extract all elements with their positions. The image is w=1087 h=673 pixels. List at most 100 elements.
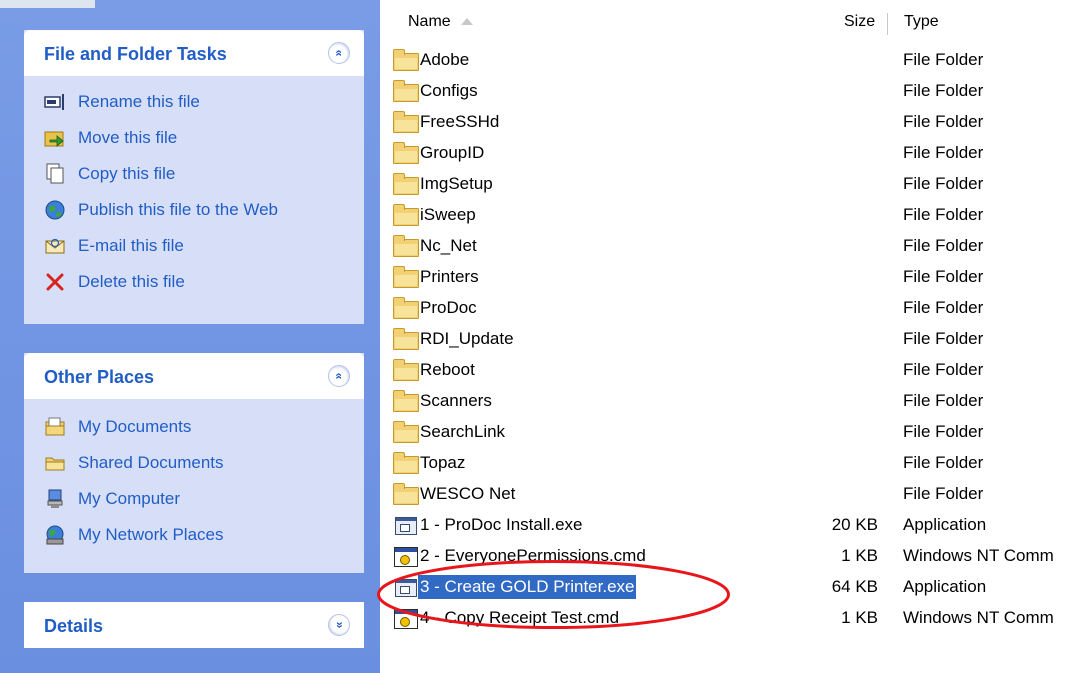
other-places-panel: Other Places » My Documents Shared Docum… (24, 353, 364, 573)
file-name: RDI_Update (420, 329, 514, 348)
file-type: File Folder (903, 329, 984, 348)
task-delete-file[interactable]: Delete this file (44, 268, 185, 296)
file-type: Application (903, 515, 987, 534)
task-publish-web[interactable]: Publish this file to the Web (44, 196, 278, 224)
folder-icon (393, 142, 419, 164)
file-type: File Folder (903, 267, 984, 286)
folder-icon (393, 297, 419, 319)
column-header-bar: Name Size Type (380, 5, 1087, 39)
folder-icon (393, 173, 419, 195)
other-places-header[interactable]: Other Places » (24, 353, 364, 399)
column-header-type[interactable]: Type (904, 5, 939, 39)
file-row[interactable]: Configs File Folder (380, 76, 1087, 107)
task-label: Move this file (78, 128, 178, 147)
copy-icon (44, 163, 66, 185)
file-name: Printers (420, 267, 479, 286)
file-type: File Folder (903, 391, 984, 410)
task-rename-file[interactable]: Rename this file (44, 88, 200, 116)
file-row[interactable]: WESCO Net File Folder (380, 479, 1087, 510)
task-move-file[interactable]: Move this file (44, 124, 177, 152)
file-name: 1 - ProDoc Install.exe (420, 515, 583, 534)
other-places-title: Other Places (44, 367, 155, 387)
move-icon (44, 127, 66, 149)
file-name: iSweep (420, 205, 476, 224)
folder-icon (393, 49, 419, 71)
file-type: File Folder (903, 50, 984, 69)
file-folder-tasks-header[interactable]: File and Folder Tasks » (24, 30, 364, 76)
file-row[interactable]: FreeSSHd File Folder (380, 107, 1087, 138)
file-type: File Folder (903, 453, 984, 472)
file-size: 1 KB (841, 546, 878, 565)
file-name: Nc_Net (420, 236, 477, 255)
column-header-name[interactable]: Name (408, 5, 473, 39)
file-name: ProDoc (420, 298, 477, 317)
file-row[interactable]: iSweep File Folder (380, 200, 1087, 231)
file-row[interactable]: Printers File Folder (380, 262, 1087, 293)
task-label: E-mail this file (78, 236, 184, 255)
task-label: Copy this file (78, 164, 176, 183)
folder-icon (393, 328, 419, 350)
file-type: Windows NT Comm (903, 546, 1054, 565)
folder-icon (393, 483, 419, 505)
exe-icon (393, 515, 417, 535)
file-size: 1 KB (841, 608, 878, 627)
place-shared-documents[interactable]: Shared Documents (44, 449, 224, 477)
file-row[interactable]: GroupID File Folder (380, 138, 1087, 169)
file-row[interactable]: Reboot File Folder (380, 355, 1087, 386)
folder-icon (393, 235, 419, 257)
details-panel: Details » (24, 602, 364, 648)
task-email-file[interactable]: E-mail this file (44, 232, 184, 260)
file-row[interactable]: Nc_Net File Folder (380, 231, 1087, 262)
file-name: Scanners (420, 391, 492, 410)
folder-icon (393, 111, 419, 133)
task-label: My Documents (78, 417, 192, 436)
file-row[interactable]: RDI_Update File Folder (380, 324, 1087, 355)
rename-icon (44, 91, 66, 113)
folder-icon (393, 390, 419, 412)
file-type: File Folder (903, 143, 984, 162)
file-folder-tasks-panel: File and Folder Tasks » Rename this file… (24, 30, 364, 324)
task-label: Publish this file to the Web (78, 200, 279, 219)
file-row[interactable]: ImgSetup File Folder (380, 169, 1087, 200)
file-name: SearchLink (420, 422, 506, 441)
file-type: File Folder (903, 81, 984, 100)
place-my-network[interactable]: My Network Places (44, 521, 223, 549)
column-header-size[interactable]: Size (844, 5, 875, 39)
file-folder-tasks-title: File and Folder Tasks (44, 44, 227, 64)
network-places-icon (44, 524, 66, 546)
file-name: WESCO Net (420, 484, 516, 503)
folder-icon (393, 266, 419, 288)
file-name: FreeSSHd (420, 112, 500, 131)
expand-icon[interactable]: » (328, 614, 350, 636)
file-name: Reboot (420, 360, 475, 379)
file-name: Topaz (420, 453, 466, 472)
task-copy-file[interactable]: Copy this file (44, 160, 175, 188)
collapse-icon[interactable]: » (328, 365, 350, 387)
column-divider[interactable] (887, 13, 888, 35)
file-name: Adobe (420, 50, 470, 69)
file-name: Configs (420, 81, 478, 100)
file-row[interactable]: SearchLink File Folder (380, 417, 1087, 448)
place-my-computer[interactable]: My Computer (44, 485, 180, 513)
file-row[interactable]: 1 - ProDoc Install.exe 20 KB Application (380, 510, 1087, 541)
place-my-documents[interactable]: My Documents (44, 413, 191, 441)
file-row[interactable]: Scanners File Folder (380, 386, 1087, 417)
publish-web-icon (44, 199, 66, 221)
sort-ascending-icon (460, 18, 473, 26)
my-computer-icon (44, 488, 66, 510)
task-label: Delete this file (78, 272, 185, 291)
details-header[interactable]: Details » (24, 602, 364, 648)
file-type: File Folder (903, 205, 984, 224)
delete-icon (44, 271, 66, 293)
file-type: File Folder (903, 360, 984, 379)
file-row[interactable]: Topaz File Folder (380, 448, 1087, 479)
my-documents-icon (44, 416, 66, 438)
collapse-icon[interactable]: » (328, 42, 350, 64)
file-row[interactable]: Adobe File Folder (380, 45, 1087, 76)
file-type: File Folder (903, 484, 984, 503)
folder-icon (393, 359, 419, 381)
task-label: Rename this file (78, 92, 200, 111)
file-row[interactable]: ProDoc File Folder (380, 293, 1087, 324)
folder-icon (393, 80, 419, 102)
task-pane: File and Folder Tasks » Rename this file… (0, 0, 380, 673)
